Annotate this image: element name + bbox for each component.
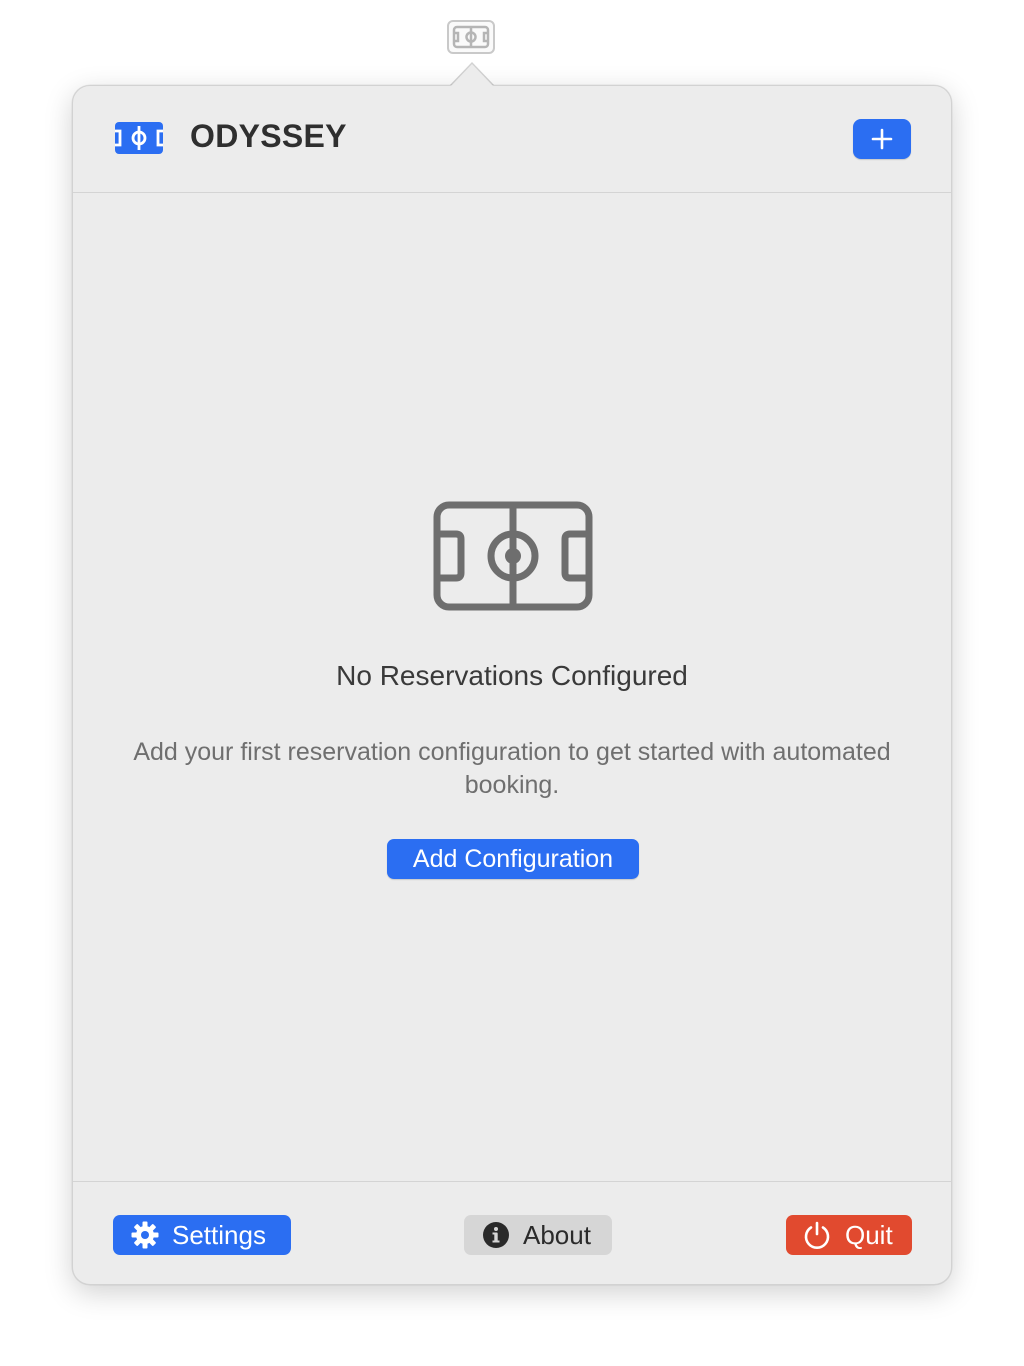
quit-button[interactable]: Quit [786,1215,912,1255]
soccer-field-icon [115,122,163,154]
empty-state-description: Add your first reservation configuration… [133,738,891,799]
plus-icon [871,128,893,150]
add-reservation-button[interactable] [853,119,911,159]
settings-button[interactable]: Settings [113,1215,291,1255]
header: ODYSSEY [73,86,951,193]
empty-state: No Reservations Configured Add your firs… [73,193,951,1181]
popover-window: ODYSSEY No Reservations Configured Add y… [72,85,952,1285]
quit-label: Quit [845,1219,893,1250]
footer: Settings About Quit [73,1181,951,1286]
gear-icon [131,1221,159,1249]
empty-state-title: No Reservations Configured [336,660,688,691]
add-configuration-button[interactable]: Add Configuration [387,839,639,879]
power-icon [802,1220,832,1250]
about-label: About [523,1219,591,1250]
info-icon [482,1221,510,1249]
menubar-status-icon[interactable] [447,20,495,54]
soccer-field-icon [452,25,490,49]
settings-label: Settings [172,1219,266,1250]
app-title: ODYSSEY [190,118,347,154]
popover-arrow [450,64,494,87]
soccer-field-icon [433,501,593,611]
about-button[interactable]: About [464,1215,612,1255]
